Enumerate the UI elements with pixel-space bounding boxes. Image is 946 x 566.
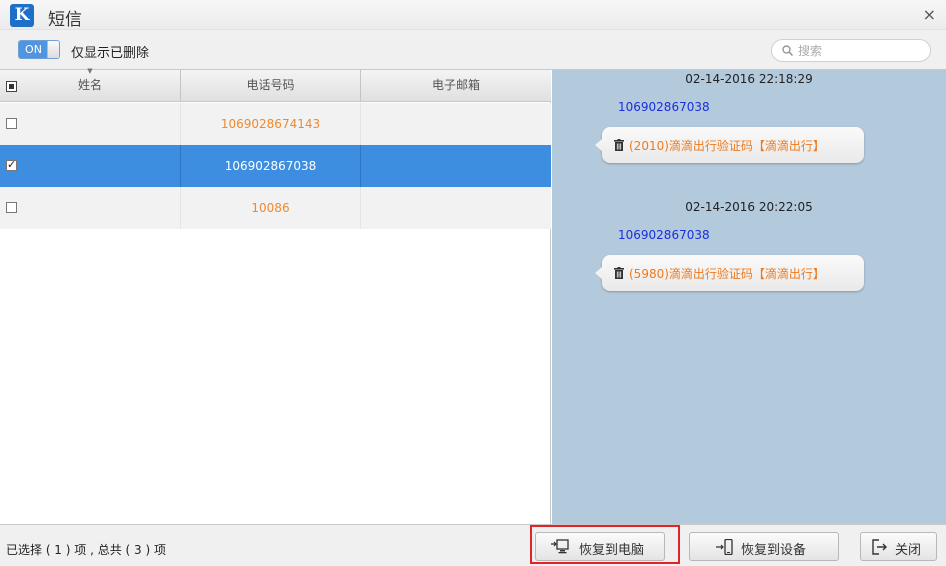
message-bubble: (5980)滴滴出行验证码【滴滴出行】 bbox=[595, 255, 864, 291]
cell-name bbox=[0, 187, 180, 229]
column-header-phone[interactable]: 电话号码 bbox=[180, 70, 360, 102]
contact-list-panel: ▼ 姓名 电话号码 电子邮箱 1069028674143 10690286703… bbox=[0, 67, 551, 524]
selection-status: 已选择 ( 1 ) 项 , 总共 ( 3 ) 项 bbox=[6, 543, 166, 557]
app-logo: K bbox=[10, 4, 34, 27]
title-bar: K 短信 × bbox=[0, 0, 946, 30]
table-row[interactable]: 106902867038 bbox=[0, 145, 551, 187]
status-bar: 已选择 ( 1 ) 项 , 总共 ( 3 ) 项 恢复到电脑 恢复到设备 关闭 bbox=[0, 524, 946, 566]
toggle-state-label: ON bbox=[19, 41, 48, 58]
restore-to-device-label: 恢复到设备 bbox=[741, 543, 807, 558]
message-text: (5980)滴滴出行验证码【滴滴出行】 bbox=[629, 267, 825, 281]
restore-to-pc-label: 恢复到电脑 bbox=[579, 543, 645, 558]
window-title: 短信 bbox=[48, 10, 82, 30]
cell-name bbox=[0, 145, 180, 187]
cell-email bbox=[360, 187, 551, 229]
toolbar: ON 仅显示已删除 bbox=[0, 30, 946, 70]
message-time: 02-14-2016 20:22:05 bbox=[685, 200, 813, 214]
table-row[interactable]: 10086 bbox=[0, 187, 551, 229]
cell-phone: 10086 bbox=[180, 187, 360, 229]
show-deleted-label: 仅显示已删除 bbox=[71, 46, 150, 61]
cell-phone: 106902867038 bbox=[180, 145, 360, 187]
cell-email bbox=[360, 145, 551, 187]
toggle-knob bbox=[47, 41, 59, 58]
trash-icon[interactable] bbox=[614, 267, 624, 279]
column-header-name[interactable]: ▼ 姓名 bbox=[0, 67, 180, 102]
close-button-label: 关闭 bbox=[895, 543, 922, 558]
table-row[interactable]: 1069028674143 bbox=[0, 103, 551, 145]
message-panel: 02-14-2016 22:18:29 106902867038 (2010)滴… bbox=[552, 70, 946, 524]
cell-name bbox=[0, 103, 180, 145]
search-icon bbox=[782, 45, 793, 56]
restore-to-device-button[interactable]: 恢复到设备 bbox=[689, 532, 839, 561]
exit-icon bbox=[872, 539, 887, 555]
computer-icon bbox=[551, 539, 569, 554]
close-icon[interactable]: × bbox=[923, 5, 936, 24]
message-sender: 106902867038 bbox=[618, 228, 710, 242]
message-time: 02-14-2016 22:18:29 bbox=[685, 72, 813, 86]
phone-device-icon bbox=[716, 539, 733, 555]
trash-icon[interactable] bbox=[614, 139, 624, 151]
table-header: ▼ 姓名 电话号码 电子邮箱 bbox=[0, 67, 551, 102]
restore-to-pc-button[interactable]: 恢复到电脑 bbox=[535, 532, 665, 561]
show-deleted-toggle[interactable]: ON bbox=[18, 40, 60, 59]
message-text: (2010)滴滴出行验证码【滴滴出行】 bbox=[629, 139, 825, 153]
search-input[interactable] bbox=[798, 43, 918, 59]
sort-caret-icon: ▼ bbox=[87, 67, 93, 75]
close-button[interactable]: 关闭 bbox=[860, 532, 937, 561]
search-box bbox=[771, 39, 931, 62]
column-header-email[interactable]: 电子邮箱 bbox=[360, 70, 551, 102]
cell-phone: 1069028674143 bbox=[180, 103, 360, 145]
cell-email bbox=[360, 103, 551, 145]
message-sender: 106902867038 bbox=[618, 100, 710, 114]
column-header-name-label: 姓名 bbox=[77, 78, 102, 92]
message-bubble: (2010)滴滴出行验证码【滴滴出行】 bbox=[595, 127, 864, 163]
